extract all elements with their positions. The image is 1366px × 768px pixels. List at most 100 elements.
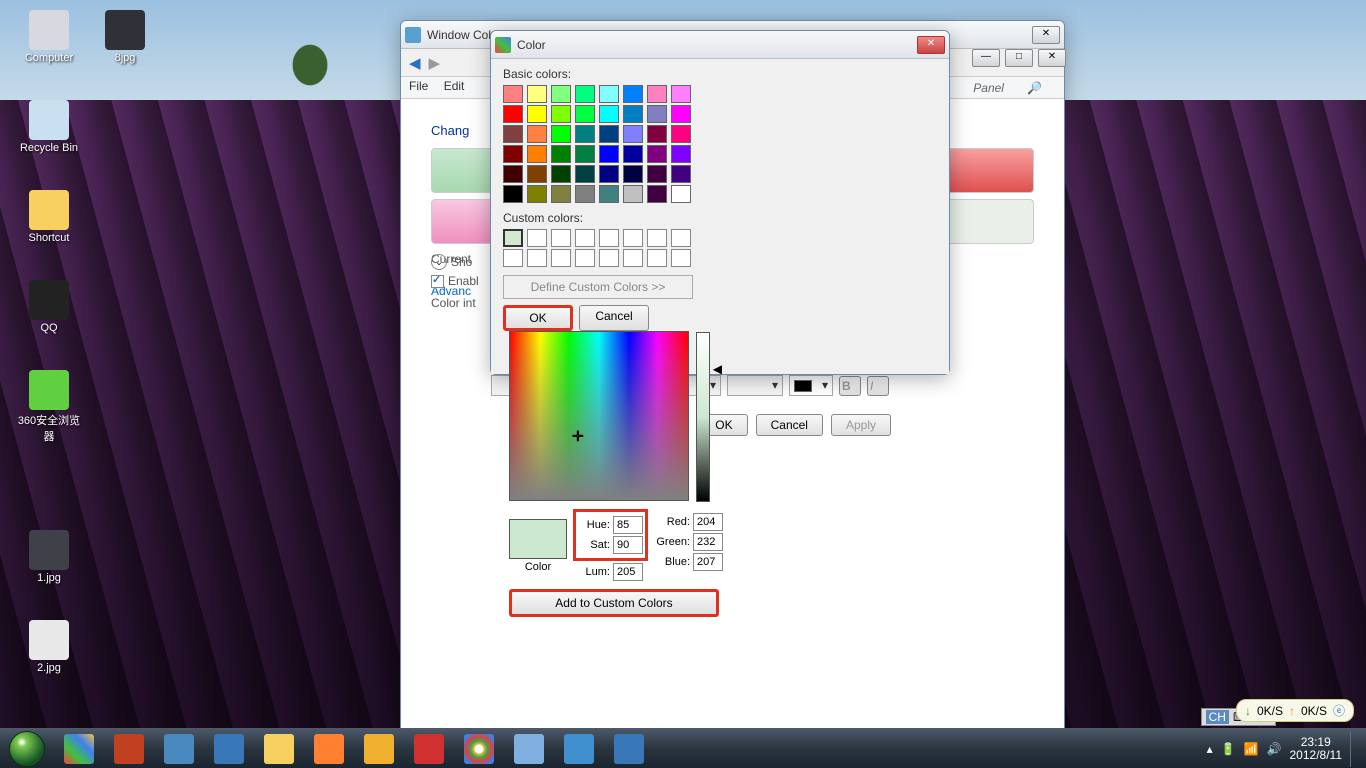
basic-color-cell[interactable]: [671, 165, 691, 183]
blue-input[interactable]: [693, 553, 723, 571]
custom-color-cell[interactable]: [551, 249, 571, 267]
network-icon[interactable]: 📶: [1244, 742, 1259, 756]
basic-color-cell[interactable]: [503, 85, 523, 103]
ok-button[interactable]: OK: [503, 305, 573, 331]
basic-color-cell[interactable]: [575, 165, 595, 183]
sat-input[interactable]: [613, 536, 643, 554]
taskbar-item[interactable]: [405, 730, 453, 768]
basic-color-cell[interactable]: [503, 105, 523, 123]
basic-color-cell[interactable]: [671, 185, 691, 203]
basic-color-cell[interactable]: [551, 85, 571, 103]
basic-color-cell[interactable]: [671, 85, 691, 103]
custom-color-cell[interactable]: [599, 249, 619, 267]
desktop-icon[interactable]: Computer: [14, 10, 84, 64]
search-icon[interactable]: 🔎: [1027, 81, 1042, 95]
basic-color-cell[interactable]: [551, 125, 571, 143]
green-input[interactable]: [693, 533, 723, 551]
menu-edit[interactable]: Edit: [444, 79, 465, 93]
basic-color-cell[interactable]: [503, 145, 523, 163]
taskbar-item[interactable]: [205, 730, 253, 768]
battery-icon[interactable]: 🔋: [1221, 742, 1236, 756]
expand-icon[interactable]: ⌄: [431, 254, 447, 270]
red-input[interactable]: [693, 513, 723, 531]
basic-color-cell[interactable]: [551, 185, 571, 203]
desktop-icon[interactable]: 360安全浏览器: [14, 370, 84, 444]
tray-up-icon[interactable]: ▴: [1207, 742, 1213, 756]
add-custom-button[interactable]: Add to Custom Colors: [509, 589, 719, 617]
menu-file[interactable]: File: [409, 79, 428, 93]
basic-color-cell[interactable]: [503, 185, 523, 203]
color-titlebar[interactable]: Color ✕: [491, 31, 949, 59]
cancel-button[interactable]: Cancel: [756, 414, 823, 436]
basic-color-cell[interactable]: [551, 145, 571, 163]
custom-color-cell[interactable]: [527, 229, 547, 247]
volume-icon[interactable]: 🔊: [1267, 742, 1282, 756]
ie-icon[interactable]: ⓔ: [1333, 702, 1345, 719]
basic-color-cell[interactable]: [527, 145, 547, 163]
custom-color-cell[interactable]: [551, 229, 571, 247]
color-swatch[interactable]: [944, 199, 1034, 244]
taskbar-item[interactable]: [455, 730, 503, 768]
basic-color-cell[interactable]: [599, 185, 619, 203]
custom-color-cell[interactable]: [503, 249, 523, 267]
custom-color-cell[interactable]: [671, 229, 691, 247]
custom-color-cell[interactable]: [575, 249, 595, 267]
custom-color-cell[interactable]: [623, 229, 643, 247]
color-gradient-picker[interactable]: ✛ ◀: [509, 331, 689, 501]
taskbar-item[interactable]: [355, 730, 403, 768]
basic-color-cell[interactable]: [599, 85, 619, 103]
basic-color-cell[interactable]: [551, 165, 571, 183]
basic-color-cell[interactable]: [575, 125, 595, 143]
basic-color-cell[interactable]: [599, 165, 619, 183]
basic-color-cell[interactable]: [599, 125, 619, 143]
desktop-icon[interactable]: Shortcut: [14, 190, 84, 244]
taskbar-item[interactable]: [105, 730, 153, 768]
lang-indicator[interactable]: CH: [1206, 710, 1229, 724]
search-hint[interactable]: Panel: [973, 81, 1004, 95]
basic-color-cell[interactable]: [671, 105, 691, 123]
basic-color-cell[interactable]: [527, 185, 547, 203]
basic-color-cell[interactable]: [647, 145, 667, 163]
custom-color-cell[interactable]: [575, 229, 595, 247]
basic-color-cell[interactable]: [671, 125, 691, 143]
custom-color-cell[interactable]: [623, 249, 643, 267]
hue-input[interactable]: [613, 516, 643, 534]
basic-color-cell[interactable]: [527, 125, 547, 143]
basic-color-cell[interactable]: [623, 145, 643, 163]
basic-color-cell[interactable]: [671, 145, 691, 163]
close-button[interactable]: ✕: [917, 36, 945, 54]
desktop-icon[interactable]: 8jpg: [90, 10, 160, 64]
taskbar-item[interactable]: [555, 730, 603, 768]
basic-color-cell[interactable]: [623, 105, 643, 123]
basic-color-cell[interactable]: [575, 105, 595, 123]
basic-color-cell[interactable]: [503, 125, 523, 143]
basic-color-cell[interactable]: [599, 145, 619, 163]
minimize-button[interactable]: ―: [972, 49, 1000, 67]
desktop-icon[interactable]: 2.jpg: [14, 620, 84, 674]
basic-color-cell[interactable]: [575, 85, 595, 103]
basic-color-cell[interactable]: [527, 85, 547, 103]
custom-color-cell[interactable]: [503, 229, 523, 247]
lum-input[interactable]: [613, 563, 643, 581]
basic-color-cell[interactable]: [623, 185, 643, 203]
custom-color-cell[interactable]: [527, 249, 547, 267]
clock[interactable]: 23:19 2012/8/11: [1290, 736, 1343, 762]
desktop-icon[interactable]: QQ: [14, 280, 84, 334]
taskbar-item[interactable]: [305, 730, 353, 768]
basic-color-cell[interactable]: [647, 165, 667, 183]
basic-color-cell[interactable]: [647, 185, 667, 203]
custom-color-cell[interactable]: [647, 249, 667, 267]
basic-color-cell[interactable]: [527, 105, 547, 123]
taskbar-item[interactable]: [505, 730, 553, 768]
basic-color-cell[interactable]: [551, 105, 571, 123]
close-button[interactable]: ✕: [1032, 26, 1060, 44]
luminosity-arrow-icon[interactable]: ◀: [713, 362, 722, 376]
basic-color-cell[interactable]: [527, 165, 547, 183]
network-speed-badge[interactable]: ↓0K/S ↑0K/S ⓔ: [1236, 699, 1354, 722]
basic-color-cell[interactable]: [503, 165, 523, 183]
start-button[interactable]: [0, 729, 54, 768]
show-desktop-button[interactable]: [1350, 731, 1358, 767]
custom-color-cell[interactable]: [647, 229, 667, 247]
basic-color-cell[interactable]: [647, 85, 667, 103]
custom-color-cell[interactable]: [599, 229, 619, 247]
